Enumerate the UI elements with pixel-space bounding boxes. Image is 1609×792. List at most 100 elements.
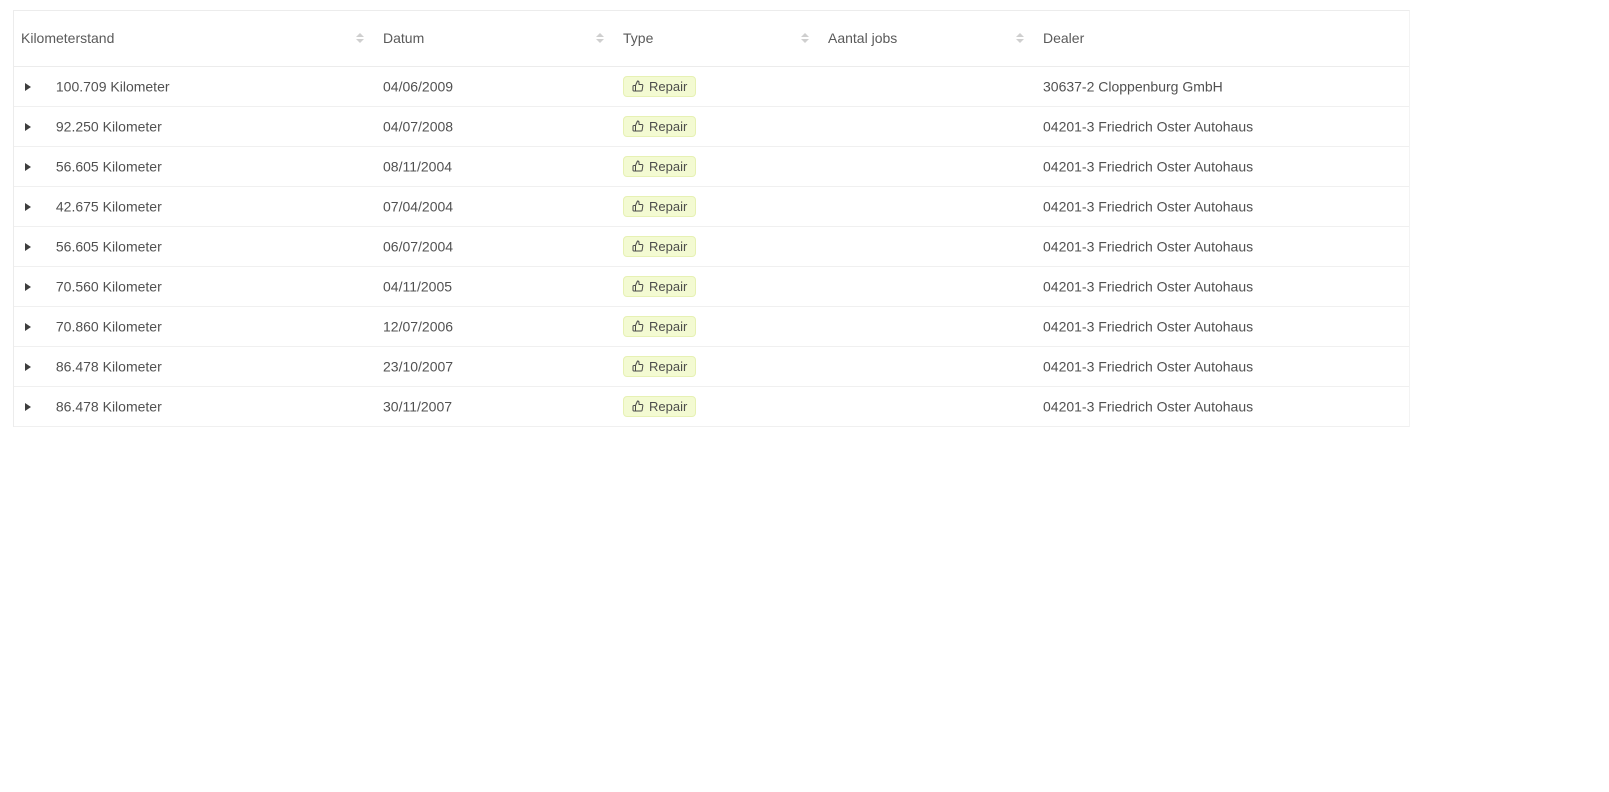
dealer-cell: 04201-3 Friedrich Oster Autohaus	[1036, 146, 1409, 186]
expand-row-icon[interactable]	[25, 283, 31, 291]
table-row: 70.860 Kilometer 12/07/2006 Repair 04201…	[14, 306, 1409, 346]
datum-value: 08/11/2004	[383, 159, 452, 175]
aantal-jobs-cell	[821, 386, 1036, 426]
dealer-cell: 04201-3 Friedrich Oster Autohaus	[1036, 306, 1409, 346]
expand-row-icon[interactable]	[25, 203, 31, 211]
service-history-table-grid: Kilometerstand Datum Type	[14, 11, 1409, 427]
type-tag: Repair	[623, 276, 696, 297]
thumbs-up-icon	[632, 160, 644, 172]
type-cell: Repair	[616, 226, 821, 266]
datum-cell: 12/07/2006	[376, 306, 616, 346]
kilometerstand-cell: 86.478 Kilometer	[14, 386, 376, 426]
datum-cell: 23/10/2007	[376, 346, 616, 386]
type-tag: Repair	[623, 76, 696, 97]
datum-cell: 30/11/2007	[376, 386, 616, 426]
type-tag: Repair	[623, 396, 696, 417]
type-cell: Repair	[616, 146, 821, 186]
expand-row-icon[interactable]	[25, 403, 31, 411]
column-label: Aantal jobs	[828, 30, 897, 46]
kilometerstand-cell: 92.250 Kilometer	[14, 106, 376, 146]
expand-row-icon[interactable]	[25, 243, 31, 251]
type-cell: Repair	[616, 386, 821, 426]
thumbs-up-icon	[632, 400, 644, 412]
column-label: Kilometerstand	[21, 30, 114, 46]
thumbs-up-icon	[632, 360, 644, 372]
type-cell: Repair	[616, 266, 821, 306]
dealer-cell: 04201-3 Friedrich Oster Autohaus	[1036, 226, 1409, 266]
table-row: 70.560 Kilometer 04/11/2005 Repair 04201…	[14, 266, 1409, 306]
dealer-value: 04201-3 Friedrich Oster Autohaus	[1043, 399, 1253, 415]
aantal-jobs-cell	[821, 66, 1036, 106]
dealer-value: 30637-2 Cloppenburg GmbH	[1043, 79, 1223, 95]
thumbs-up-icon	[632, 80, 644, 92]
kilometerstand-value: 92.250 Kilometer	[56, 119, 162, 135]
column-header-aantal-jobs[interactable]: Aantal jobs	[821, 11, 1036, 66]
dealer-cell: 30637-2 Cloppenburg GmbH	[1036, 66, 1409, 106]
column-label: Type	[623, 30, 653, 46]
expand-row-icon[interactable]	[25, 363, 31, 371]
kilometerstand-value: 70.860 Kilometer	[56, 319, 162, 335]
kilometerstand-cell: 70.860 Kilometer	[14, 306, 376, 346]
aantal-jobs-cell	[821, 346, 1036, 386]
dealer-value: 04201-3 Friedrich Oster Autohaus	[1043, 159, 1253, 175]
datum-value: 04/06/2009	[383, 79, 453, 95]
datum-value: 07/04/2004	[383, 199, 453, 215]
type-tag: Repair	[623, 356, 696, 377]
table-row: 56.605 Kilometer 06/07/2004 Repair 04201…	[14, 226, 1409, 266]
kilometerstand-value: 56.605 Kilometer	[56, 239, 162, 255]
datum-cell: 04/07/2008	[376, 106, 616, 146]
kilometerstand-value: 70.560 Kilometer	[56, 279, 162, 295]
expand-row-icon[interactable]	[25, 123, 31, 131]
type-cell: Repair	[616, 66, 821, 106]
column-header-kilometerstand[interactable]: Kilometerstand	[14, 11, 376, 66]
dealer-cell: 04201-3 Friedrich Oster Autohaus	[1036, 106, 1409, 146]
type-tag-label: Repair	[649, 197, 687, 216]
datum-value: 12/07/2006	[383, 319, 453, 335]
dealer-value: 04201-3 Friedrich Oster Autohaus	[1043, 359, 1253, 375]
dealer-value: 04201-3 Friedrich Oster Autohaus	[1043, 239, 1253, 255]
dealer-cell: 04201-3 Friedrich Oster Autohaus	[1036, 266, 1409, 306]
kilometerstand-cell: 86.478 Kilometer	[14, 346, 376, 386]
dealer-value: 04201-3 Friedrich Oster Autohaus	[1043, 199, 1253, 215]
type-tag-label: Repair	[649, 77, 687, 96]
sort-icon[interactable]	[799, 31, 811, 45]
dealer-value: 04201-3 Friedrich Oster Autohaus	[1043, 279, 1253, 295]
type-tag-label: Repair	[649, 317, 687, 336]
column-header-type[interactable]: Type	[616, 11, 821, 66]
type-tag: Repair	[623, 316, 696, 337]
type-tag-label: Repair	[649, 277, 687, 296]
service-history-table: Kilometerstand Datum Type	[13, 10, 1410, 427]
table-header-row: Kilometerstand Datum Type	[14, 11, 1409, 66]
datum-cell: 07/04/2004	[376, 186, 616, 226]
dealer-value: 04201-3 Friedrich Oster Autohaus	[1043, 119, 1253, 135]
datum-cell: 08/11/2004	[376, 146, 616, 186]
thumbs-up-icon	[632, 240, 644, 252]
sort-icon[interactable]	[594, 31, 606, 45]
column-header-datum[interactable]: Datum	[376, 11, 616, 66]
datum-value: 04/11/2005	[383, 279, 452, 295]
column-label: Datum	[383, 30, 424, 46]
expand-row-icon[interactable]	[25, 323, 31, 331]
aantal-jobs-cell	[821, 306, 1036, 346]
kilometerstand-cell: 56.605 Kilometer	[14, 146, 376, 186]
type-tag-label: Repair	[649, 117, 687, 136]
type-tag: Repair	[623, 116, 696, 137]
table-row: 42.675 Kilometer 07/04/2004 Repair 04201…	[14, 186, 1409, 226]
type-tag-label: Repair	[649, 157, 687, 176]
aantal-jobs-cell	[821, 186, 1036, 226]
kilometerstand-cell: 56.605 Kilometer	[14, 226, 376, 266]
type-cell: Repair	[616, 306, 821, 346]
sort-icon[interactable]	[1014, 31, 1026, 45]
expand-row-icon[interactable]	[25, 83, 31, 91]
dealer-cell: 04201-3 Friedrich Oster Autohaus	[1036, 346, 1409, 386]
thumbs-up-icon	[632, 320, 644, 332]
aantal-jobs-cell	[821, 226, 1036, 266]
kilometerstand-value: 86.478 Kilometer	[56, 359, 162, 375]
dealer-cell: 04201-3 Friedrich Oster Autohaus	[1036, 186, 1409, 226]
kilometerstand-value: 56.605 Kilometer	[56, 159, 162, 175]
expand-row-icon[interactable]	[25, 163, 31, 171]
datum-value: 23/10/2007	[383, 359, 453, 375]
sort-icon[interactable]	[354, 31, 366, 45]
datum-value: 06/07/2004	[383, 239, 453, 255]
datum-value: 04/07/2008	[383, 119, 453, 135]
